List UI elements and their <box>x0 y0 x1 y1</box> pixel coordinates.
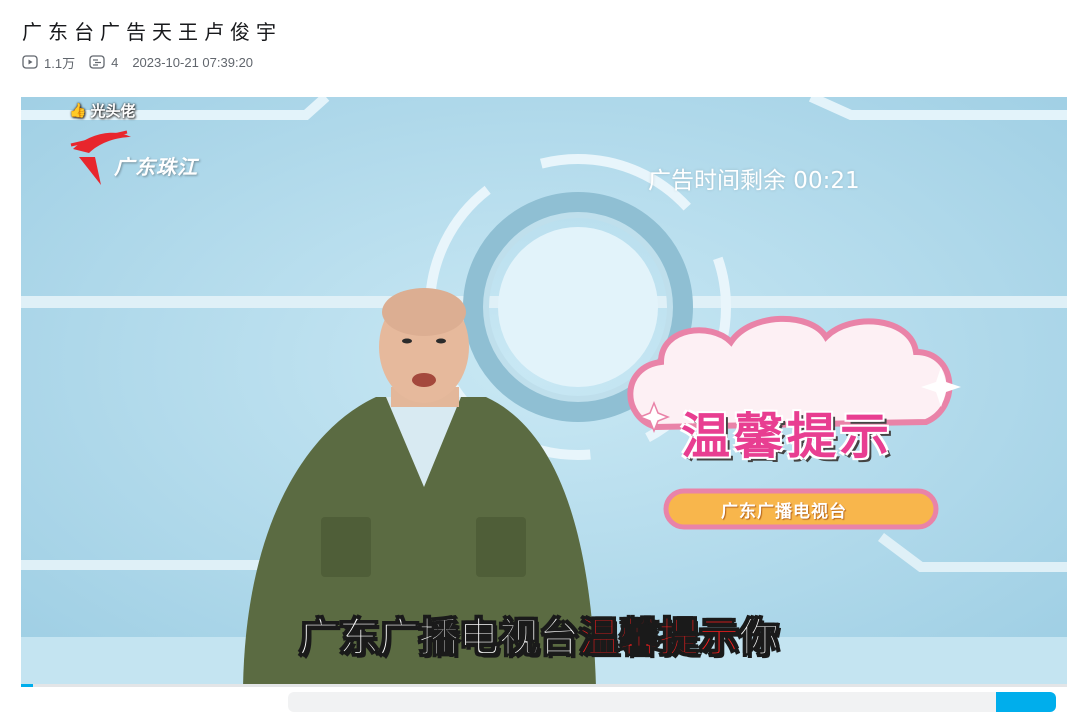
progress-fill <box>21 684 33 687</box>
thumbs-up-icon: 👍 <box>69 102 87 119</box>
ad-countdown: 广告时间剩余 00:21 <box>648 168 860 194</box>
subtitle-part-1: 广东广播电视台 <box>299 615 580 662</box>
danmaku-count: 4 <box>89 55 118 70</box>
reminder-station: 广东广播电视台 <box>721 502 847 522</box>
video-subtitle: 广东广播电视台温馨提示你 <box>299 605 780 663</box>
channel-logo-text: 广东珠江 <box>114 155 198 179</box>
play-count-icon <box>22 55 38 69</box>
danmaku-send-button[interactable] <box>996 692 1056 712</box>
view-count-value: 1.1万 <box>44 55 76 71</box>
reminder-title: 温馨提示 <box>681 408 894 465</box>
video-player[interactable]: 👍 光头佬 广东珠江 广告时间剩余 00:21 温馨提示 广东广播电视台 广东广… <box>21 97 1067 687</box>
view-count: 1.1万 <box>22 53 75 72</box>
uploader-watermark: 👍 光头佬 <box>69 100 135 121</box>
progress-bar[interactable] <box>21 684 1067 687</box>
subtitle-part-2: 温馨提示 <box>579 615 740 662</box>
danmaku-input[interactable] <box>288 692 998 712</box>
danmaku-count-value: 4 <box>111 54 119 70</box>
uploader-name: 光头佬 <box>90 102 136 120</box>
video-frame <box>21 97 1067 687</box>
danmaku-count-icon <box>89 55 105 69</box>
video-meta: 1.1万 4 2023-10-21 07:39:20 <box>22 53 253 71</box>
video-title: 广东台广告天王卢俊宇 <box>22 20 282 44</box>
subtitle-part-3: 你 <box>739 615 780 662</box>
publish-time: 2023-10-21 07:39:20 <box>132 54 254 70</box>
